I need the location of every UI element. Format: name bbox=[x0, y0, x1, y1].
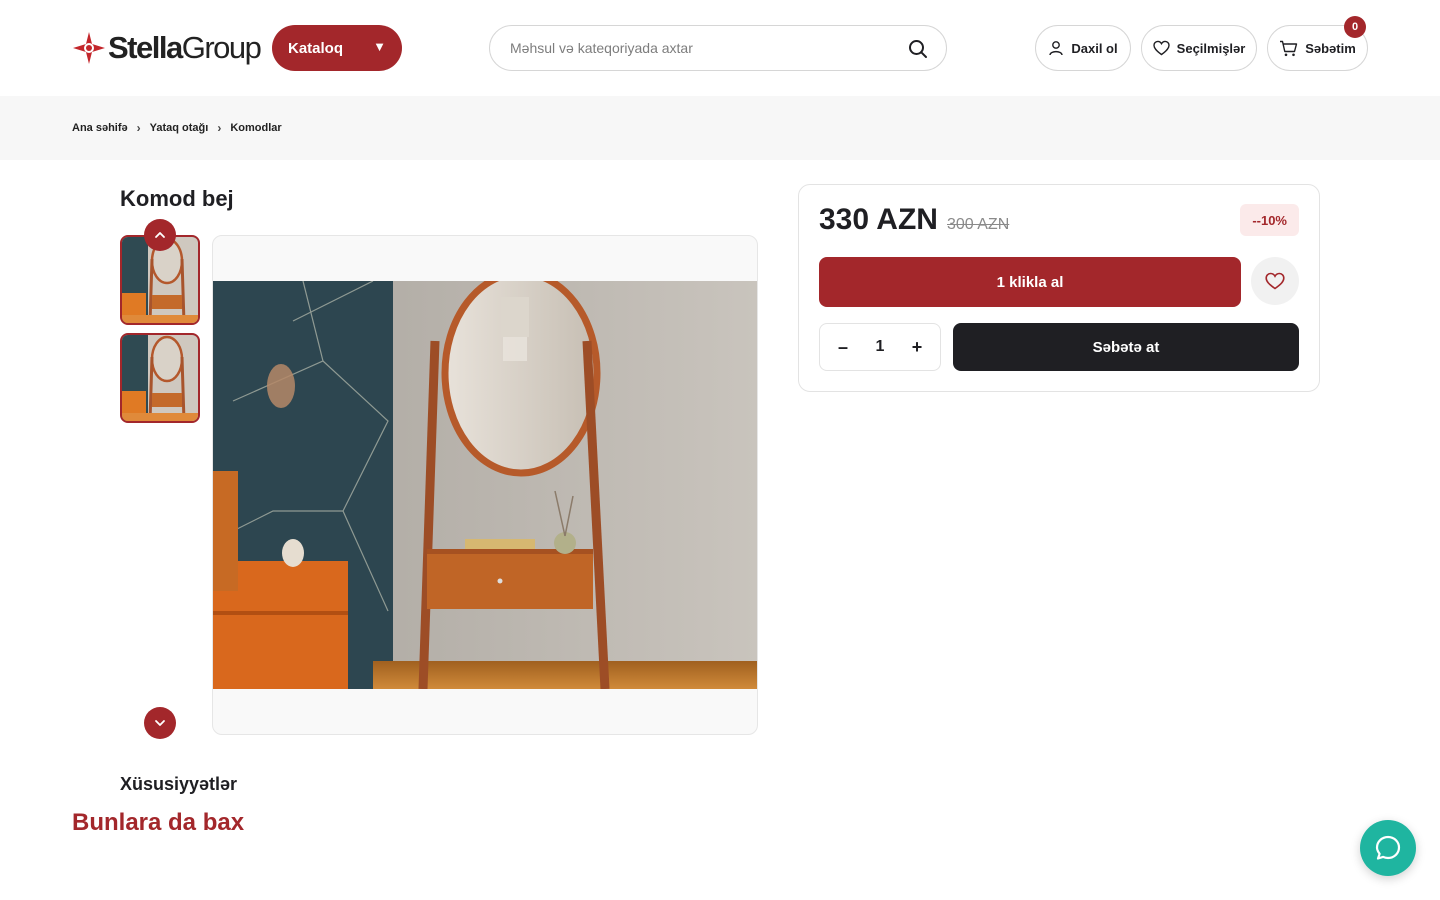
chevron-up-icon bbox=[155, 232, 165, 238]
product-thumbnail[interactable] bbox=[120, 333, 200, 423]
add-to-cart-button[interactable]: Səbətə at bbox=[953, 323, 1299, 371]
login-label: Daxil ol bbox=[1071, 40, 1118, 56]
quantity-value[interactable]: 1 bbox=[865, 338, 895, 356]
heart-icon bbox=[1152, 40, 1170, 56]
cart-button[interactable]: Səbətim 0 bbox=[1267, 16, 1368, 71]
breadcrumb: Ana səhifə › Yataq otağı › Komodlar bbox=[72, 121, 282, 135]
logo-star-icon bbox=[73, 32, 105, 64]
breadcrumb-item-dressers[interactable]: Komodlar bbox=[230, 122, 281, 134]
breadcrumb-item-home[interactable]: Ana səhifə bbox=[72, 122, 128, 134]
catalog-button[interactable]: Kataloq ▼ bbox=[272, 25, 402, 71]
quantity-stepper: – 1 + bbox=[819, 323, 941, 371]
product-main-image[interactable] bbox=[213, 281, 757, 689]
logo-text: StellaGroup bbox=[108, 30, 262, 65]
search-icon[interactable] bbox=[908, 39, 928, 59]
buy-one-click-button[interactable]: 1 klikla al bbox=[819, 257, 1241, 307]
chevron-right-icon: › bbox=[217, 121, 222, 135]
chat-button[interactable] bbox=[1360, 820, 1416, 876]
quantity-increase-button[interactable]: + bbox=[906, 337, 928, 358]
cart-label: Səbətim bbox=[1305, 40, 1356, 56]
quantity-decrease-button[interactable]: – bbox=[832, 337, 854, 358]
cart-count-badge: 0 bbox=[1344, 16, 1366, 38]
characteristics-heading: Xüsusiyyətlər bbox=[120, 774, 238, 794]
breadcrumb-bar: Ana səhifə › Yataq otağı › Komodlar bbox=[0, 96, 1440, 160]
search-input[interactable] bbox=[510, 40, 890, 56]
old-price: 300 AZN bbox=[947, 216, 1010, 233]
main-image-frame bbox=[212, 235, 758, 735]
gallery-next-button[interactable] bbox=[144, 707, 176, 739]
chevron-down-icon bbox=[155, 720, 165, 726]
chat-icon bbox=[1375, 835, 1401, 860]
add-to-favorites-button[interactable] bbox=[1251, 257, 1299, 305]
see-also-heading: Bunlara da bax bbox=[72, 809, 245, 836]
site-logo[interactable]: StellaGroup bbox=[72, 28, 262, 68]
favorites-label: Seçilmişlər bbox=[1176, 40, 1246, 56]
gallery-prev-button[interactable] bbox=[144, 219, 176, 251]
discount-badge: --10% bbox=[1240, 204, 1299, 236]
cart-icon bbox=[1280, 40, 1298, 56]
login-button[interactable]: Daxil ol bbox=[1035, 25, 1131, 71]
user-icon bbox=[1049, 41, 1064, 56]
triangle-down-icon: ▼ bbox=[373, 39, 386, 54]
current-price: 330 AZN bbox=[819, 203, 938, 236]
price-card: 330 AZN 300 AZN --10% 1 klikla al – 1 + … bbox=[798, 184, 1320, 392]
breadcrumb-item-bedroom[interactable]: Yataq otağı bbox=[150, 122, 209, 134]
catalog-label: Kataloq bbox=[288, 39, 344, 57]
heart-icon bbox=[1265, 272, 1285, 290]
favorites-button[interactable]: Seçilmişlər bbox=[1141, 25, 1257, 71]
chevron-right-icon: › bbox=[136, 121, 141, 135]
site-header: StellaGroup Kataloq ▼ Daxil ol Seçilmişl… bbox=[0, 0, 1440, 96]
search-bar bbox=[489, 25, 947, 71]
product-title: Komod bej bbox=[120, 186, 234, 211]
